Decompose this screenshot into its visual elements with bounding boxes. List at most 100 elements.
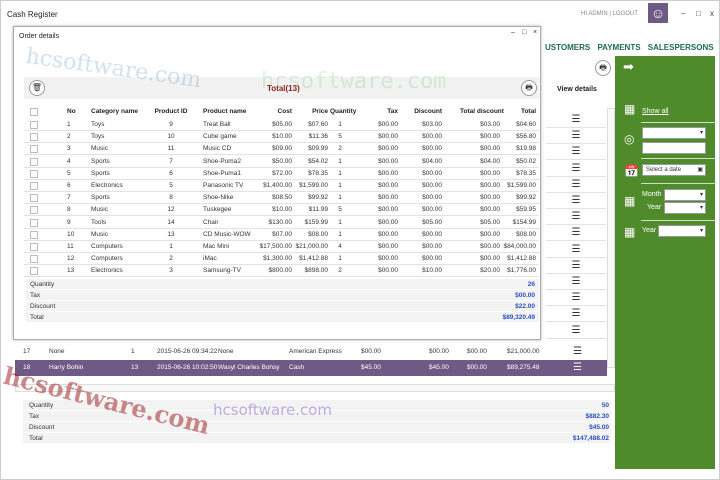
- nav-salespersons[interactable]: SALESPERSONS: [648, 43, 714, 52]
- minimize-button[interactable]: –: [681, 9, 685, 18]
- summary-label: Tax: [30, 292, 41, 299]
- logout-link[interactable]: LOGOUT: [613, 11, 638, 17]
- table-row[interactable]: 13 Electronics 3 Samsung-TV $800.00 $898.00 2 $…: [24, 265, 539, 278]
- cell: $56.80: [516, 133, 536, 141]
- main-nav: USTOMERS PAYMENTS SALESPERSONS: [545, 43, 719, 52]
- row-checkbox[interactable]: [30, 133, 38, 142]
- table-header[interactable]: No Category name Product ID Product name Cos…: [24, 106, 539, 120]
- arrow-right-icon[interactable]: ➡: [623, 59, 634, 75]
- view-details-icon[interactable]: ☰: [546, 128, 606, 145]
- cell: $1,599.00: [299, 182, 328, 189]
- table-row[interactable]: 3 Music 11 Music CD $09.00 $09.99 2 $00.00 $00.0…: [24, 143, 539, 156]
- maximize-button[interactable]: □: [696, 9, 701, 18]
- chevron-down-icon: ▾: [699, 205, 703, 211]
- view-details-icon[interactable]: ☰: [546, 177, 606, 193]
- row-checkbox[interactable]: [30, 194, 38, 203]
- table-row[interactable]: 4 Sports 7 Shoe-Puma2 $50.00 $54.02 1 $00.00 $04…: [24, 156, 539, 168]
- year-select-2[interactable]: ▾: [658, 225, 706, 237]
- cell: 1: [338, 255, 342, 263]
- row-checkbox[interactable]: [30, 121, 38, 129]
- filter-input[interactable]: [642, 142, 706, 154]
- view-details-icon[interactable]: ☰: [573, 344, 582, 360]
- view-details-icon[interactable]: ☰: [546, 193, 606, 209]
- table-row[interactable]: 7 Sports 8 Shoe-Nike $08.50 $99.92 1 $00.00 $00.…: [24, 192, 539, 205]
- chevron-down-icon: ▾: [699, 130, 703, 136]
- cell: $00.00: [422, 133, 442, 141]
- dialog-close-button[interactable]: ×: [533, 29, 537, 36]
- table-row[interactable]: 12 Computers 2 iMac $1,300.00 $1,412.88 1 $00.0…: [24, 253, 539, 266]
- year-label: Year: [647, 204, 662, 211]
- table-row[interactable]: 2 Toys 10 Cube game $10.00 $11.36 5 $00.00 $00.0…: [24, 131, 539, 144]
- table-row[interactable]: 10 Music 13 CD Music-WOW $07.00 $08.00 1 $00.00…: [24, 229, 539, 241]
- close-button[interactable]: x: [710, 9, 714, 18]
- row-checkbox[interactable]: [30, 267, 38, 276]
- cell: $00.00: [480, 206, 500, 214]
- cell: $99.92: [516, 194, 536, 202]
- cell: $00.00: [378, 133, 398, 141]
- dialog-maximize-button[interactable]: □: [522, 29, 526, 36]
- dialog-minimize-button[interactable]: –: [511, 29, 515, 36]
- cell: $09.99: [308, 145, 328, 153]
- cell-payment: Cash: [289, 364, 305, 371]
- table-row[interactable]: 6 Electronics 5 Panasonic TV $1,400.00 $1,599…: [24, 180, 539, 192]
- row-checkbox[interactable]: [30, 108, 38, 116]
- year-select[interactable]: ▾: [664, 202, 706, 214]
- cell: 12: [167, 206, 175, 214]
- dialog-title: Order details: [19, 33, 60, 40]
- table-row-selected[interactable]: 18 Harry Bohin 13 2015-06-26 10:02:50 Wa…: [15, 360, 607, 376]
- view-details-icon[interactable]: ☰: [546, 274, 606, 290]
- table-row[interactable]: 17 None 1 2015-06-26 09:34:22 None Ameri…: [15, 344, 607, 360]
- cell: No: [67, 108, 76, 115]
- table-row[interactable]: 8 Music 12 Tuskegee $10.00 $11.99 5 $00.00 $00.0…: [24, 204, 539, 217]
- row-checkbox[interactable]: [30, 157, 38, 166]
- view-details-icon[interactable]: ☰: [546, 161, 606, 177]
- trash-icon[interactable]: 🗑: [29, 80, 45, 96]
- view-details-icon[interactable]: ☰: [546, 225, 606, 242]
- summary-tax: Tax $882.30: [23, 411, 611, 422]
- row-checkbox[interactable]: [30, 206, 38, 215]
- vertical-scrollbar[interactable]: [607, 108, 615, 368]
- view-details-icon[interactable]: ☰: [546, 306, 606, 323]
- cell-amount: $00.00: [467, 348, 487, 355]
- view-details-icon[interactable]: ☰: [546, 209, 606, 226]
- view-details-icon[interactable]: ☰: [546, 144, 606, 161]
- row-checkbox[interactable]: [30, 218, 38, 227]
- cell: $1,776.00: [507, 267, 536, 275]
- cell: $00.00: [480, 230, 500, 238]
- table-row[interactable]: 11 Computers 1 Mac Mini $17,500.00 $21,000.00…: [24, 241, 539, 253]
- row-checkbox[interactable]: [30, 230, 38, 239]
- cell: Quantity: [330, 108, 357, 115]
- row-checkbox[interactable]: [30, 182, 38, 190]
- calendar-small-icon[interactable]: ▣: [697, 165, 703, 175]
- nav-payments[interactable]: PAYMENTS: [597, 43, 640, 52]
- table-row[interactable]: 1 Toys 9 Treat Ball $05.00 $07.60 1 $00.00 $03.0…: [24, 119, 539, 131]
- user-area: HI ADMIN | LOGOUT: [581, 11, 638, 17]
- view-details-icon[interactable]: ☰: [546, 258, 606, 274]
- filter-select[interactable]: ▾: [642, 127, 706, 139]
- date-picker[interactable]: Select a date ▣: [642, 164, 706, 176]
- row-checkbox[interactable]: [30, 145, 38, 154]
- print-icon[interactable]: 🖶: [521, 80, 537, 96]
- cell: $00.00: [378, 194, 398, 202]
- cell: 9: [67, 218, 71, 226]
- cell: $84,000.00: [503, 243, 536, 250]
- view-details-icon[interactable]: ☰: [546, 242, 606, 258]
- horizontal-scrollbar[interactable]: [15, 384, 615, 392]
- table-row[interactable]: 9 Tools 14 Chair $130.00 $159.99 1 $00.00 $05.00…: [24, 217, 539, 229]
- print-icon[interactable]: 🖶: [595, 60, 611, 76]
- view-details-icon[interactable]: ☰: [546, 323, 606, 339]
- nav-customers[interactable]: USTOMERS: [545, 43, 590, 52]
- view-details-icon[interactable]: ☰: [546, 290, 606, 307]
- cell: $00.00: [378, 121, 398, 128]
- row-checkbox[interactable]: [30, 243, 38, 251]
- view-details-icon[interactable]: ☰: [546, 112, 606, 128]
- row-checkbox[interactable]: [30, 169, 38, 178]
- cell: $00.00: [378, 218, 398, 226]
- view-details-icon[interactable]: ☰: [573, 360, 582, 376]
- month-label: Month: [642, 191, 662, 198]
- month-select[interactable]: ▾: [664, 189, 706, 201]
- show-all-link[interactable]: Show all: [642, 108, 668, 115]
- table-row[interactable]: 5 Sports 6 Shoe-Puma1 $72.00 $78.35 1 $00.00 $00…: [24, 168, 539, 180]
- cell-date: 2015-06-26 10:02:50: [157, 364, 218, 371]
- row-checkbox[interactable]: [30, 255, 38, 264]
